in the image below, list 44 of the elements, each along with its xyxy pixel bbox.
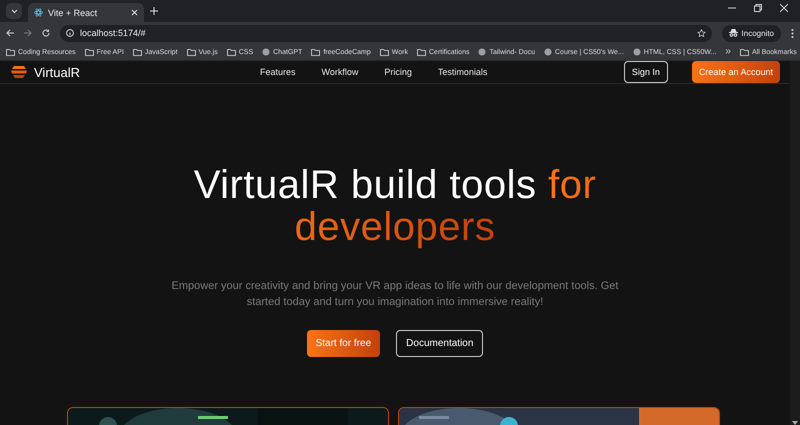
forward-icon[interactable] <box>24 29 32 37</box>
tab-title: Vite + React <box>48 8 98 18</box>
nav-link[interactable]: Features <box>260 67 296 77</box>
incognito-icon <box>728 29 738 37</box>
create-account-button[interactable]: Create an Account <box>692 61 780 83</box>
atom-icon <box>34 8 43 17</box>
folder-icon <box>311 48 320 56</box>
brand-name: VirtualR <box>34 64 80 80</box>
new-tab-icon[interactable] <box>150 7 158 15</box>
logo-icon <box>10 66 28 78</box>
incognito-badge[interactable]: Incognito <box>722 24 781 42</box>
site-icon <box>262 48 270 56</box>
site-icon <box>632 48 641 56</box>
folder-icon <box>226 48 236 56</box>
star-icon[interactable] <box>696 28 706 38</box>
folder-icon <box>84 48 94 56</box>
nav-link[interactable]: Pricing <box>384 67 412 77</box>
folder-icon <box>380 48 389 56</box>
tab-list-button[interactable] <box>6 3 22 19</box>
hero-subtitle: Empower your creativity and bring your VR app ideas to life with our development tools. Get started today and turn you imagination into immersive reality! <box>170 279 620 310</box>
site-icon <box>478 48 486 56</box>
folder-icon <box>6 48 15 56</box>
nav-link[interactable]: Workflow <box>322 67 358 77</box>
folder-icon <box>417 48 426 56</box>
chevron-icon <box>10 8 18 14</box>
more-bookmarks[interactable]: » <box>725 47 731 57</box>
documentation-button[interactable]: Documentation <box>396 330 484 357</box>
folder-icon <box>186 48 196 56</box>
close-icon[interactable] <box>131 9 138 16</box>
menu-icon[interactable] <box>791 28 794 38</box>
restore-icon[interactable] <box>754 4 762 12</box>
folder-icon <box>740 48 749 56</box>
address-bar[interactable]: localhost:5174/# <box>60 24 712 42</box>
start-button[interactable]: Start for free <box>306 330 380 357</box>
reload-icon[interactable] <box>42 29 50 37</box>
info-icon[interactable] <box>66 29 74 37</box>
back-icon[interactable] <box>6 29 14 37</box>
nav-link[interactable]: Testimonials <box>438 67 488 77</box>
sign-in-button[interactable]: Sign In <box>624 61 668 83</box>
browser-tab[interactable]: Vite + React <box>28 3 144 22</box>
site-icon <box>544 48 552 56</box>
scroll-down-icon[interactable] <box>792 421 798 425</box>
close-icon[interactable] <box>780 4 788 12</box>
folder-icon <box>132 48 142 56</box>
